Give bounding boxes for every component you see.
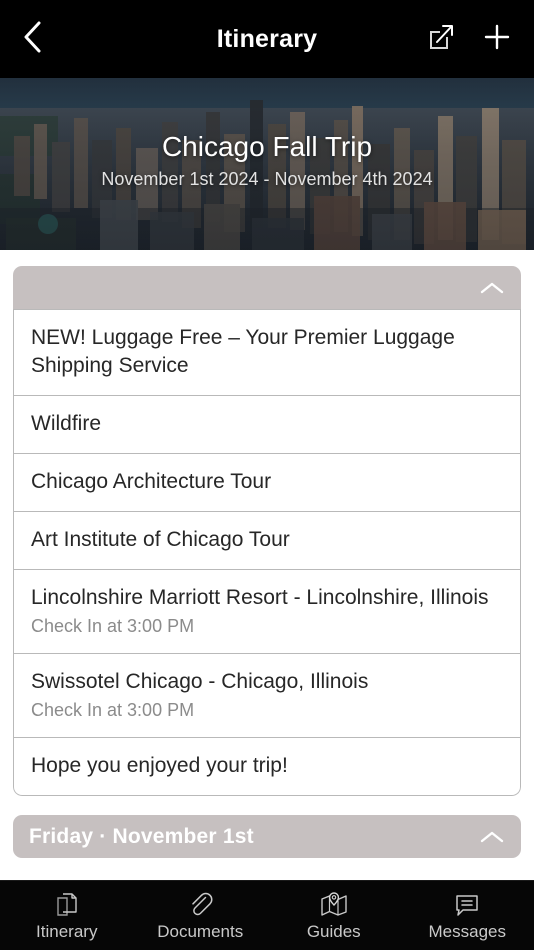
plus-icon xyxy=(482,22,512,57)
list-item[interactable]: Chicago Architecture Tour xyxy=(13,454,521,512)
list-item[interactable]: Lincolnshire Marriott Resort - Lincolnsh… xyxy=(13,570,521,654)
add-button[interactable] xyxy=(482,22,512,57)
tab-label: Documents xyxy=(157,921,244,941)
itinerary-card-friday: Friday · November 1st xyxy=(13,815,521,858)
list-item-title: Art Institute of Chicago Tour xyxy=(31,528,290,551)
navigation-bar: Itinerary xyxy=(0,0,534,78)
trip-date-range: November 1st 2024 - November 4th 2024 xyxy=(101,169,433,189)
documents-pages-icon xyxy=(52,890,82,920)
trip-hero-banner: Chicago Fall Trip November 1st 2024 - No… xyxy=(0,78,534,250)
list-item-title: Hope you enjoyed your trip! xyxy=(31,754,288,777)
list-item[interactable]: Wildfire xyxy=(13,396,521,454)
list-item[interactable]: NEW! Luggage Free – Your Premier Luggage… xyxy=(13,309,521,396)
tab-label: Messages xyxy=(428,921,506,941)
chevron-up-icon[interactable] xyxy=(479,280,505,296)
list-item-subtitle: Check In at 3:00 PM xyxy=(31,616,195,636)
tab-label: Itinerary xyxy=(36,921,98,941)
app-screen: Itinerary Chicago Fall Trip November 1st… xyxy=(0,0,534,950)
back-button[interactable] xyxy=(22,17,66,61)
list-item[interactable]: Art Institute of Chicago Tour xyxy=(13,512,521,570)
list-item-title: Wildfire xyxy=(31,412,102,435)
share-export-icon xyxy=(426,22,456,57)
list-item-subtitle: Check In at 3:00 PM xyxy=(31,700,195,720)
list-item[interactable]: Hope you enjoyed your trip! xyxy=(13,738,521,796)
card-rows-overview: NEW! Luggage Free – Your Premier Luggage… xyxy=(13,309,521,796)
chevron-left-icon xyxy=(22,20,42,59)
card-header-friday[interactable]: Friday · November 1st xyxy=(13,815,521,858)
bottom-tab-bar: Itinerary Documents Guides Messages xyxy=(0,880,534,950)
list-item-title: Lincolnshire Marriott Resort - Lincolnsh… xyxy=(31,586,489,609)
chevron-up-icon[interactable] xyxy=(479,829,505,845)
list-item[interactable]: Swissotel Chicago - Chicago, Illinois Ch… xyxy=(13,654,521,738)
card-header-label: Friday · November 1st xyxy=(29,824,254,848)
itinerary-list[interactable]: NEW! Luggage Free – Your Premier Luggage… xyxy=(0,250,534,880)
tab-guides[interactable]: Guides xyxy=(267,881,401,950)
itinerary-card-overview: NEW! Luggage Free – Your Premier Luggage… xyxy=(13,266,521,796)
list-item-title: NEW! Luggage Free – Your Premier Luggage… xyxy=(31,326,455,377)
chat-bubble-icon xyxy=(452,890,482,920)
tab-messages[interactable]: Messages xyxy=(401,881,534,950)
paperclip-icon xyxy=(185,890,215,920)
tab-documents[interactable]: Documents xyxy=(134,881,268,950)
navbar-actions xyxy=(426,22,512,57)
list-item-title: Swissotel Chicago - Chicago, Illinois xyxy=(31,670,369,693)
hero-text-block: Chicago Fall Trip November 1st 2024 - No… xyxy=(0,130,534,190)
tab-itinerary[interactable]: Itinerary xyxy=(0,881,134,950)
map-pin-icon xyxy=(318,890,350,920)
share-button[interactable] xyxy=(426,22,456,57)
trip-title: Chicago Fall Trip xyxy=(161,131,373,162)
list-item-title: Chicago Architecture Tour xyxy=(31,470,272,493)
card-header-overview[interactable] xyxy=(13,266,521,309)
tab-label: Guides xyxy=(306,921,361,941)
